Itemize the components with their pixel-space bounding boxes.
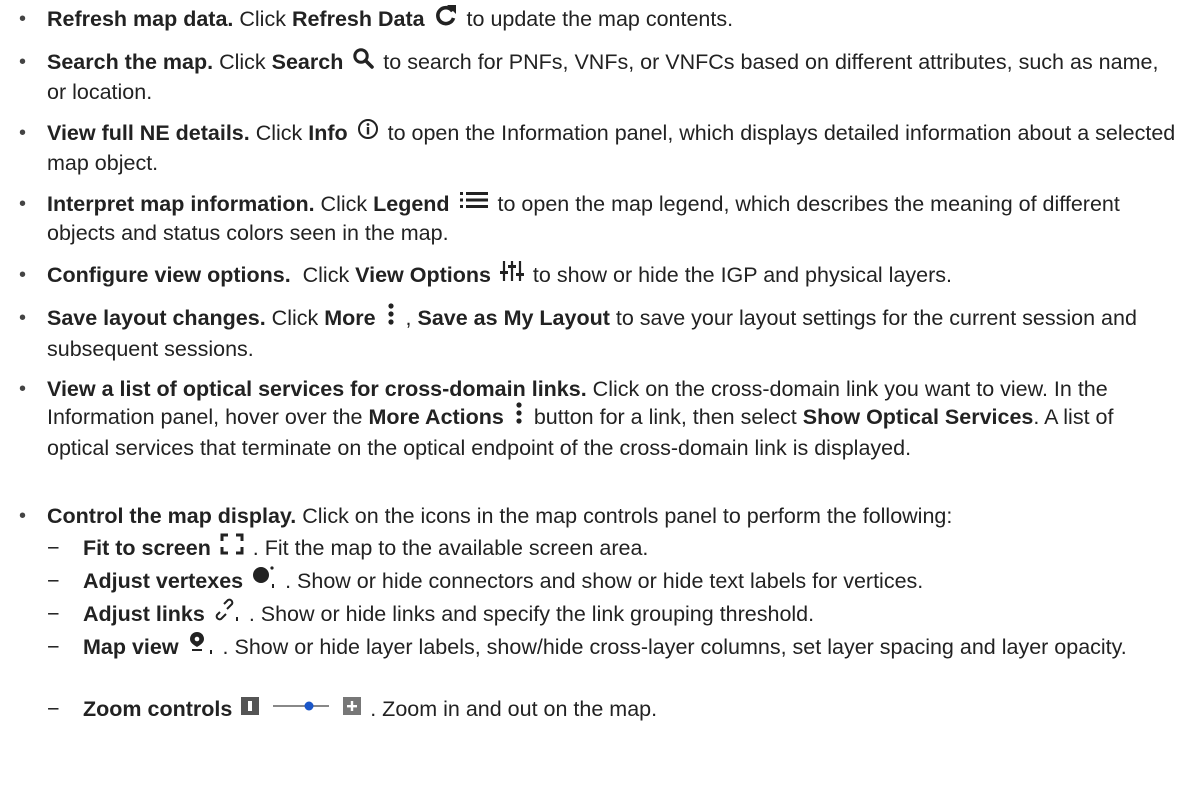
- sub-item-text: Map view . Show or hide layer labels, sh…: [83, 631, 1163, 664]
- bullet: •: [19, 193, 27, 215]
- adjust-vertexes-icon: [252, 565, 276, 596]
- bullet: •: [19, 264, 27, 286]
- item-text: Interpret map information. Click Legend …: [47, 190, 1177, 247]
- bullet: •: [19, 378, 27, 400]
- bullet: •: [19, 51, 27, 73]
- control-name: Fit to screen: [83, 536, 211, 560]
- item-title: Control the map display.: [47, 504, 297, 528]
- dash: −: [47, 635, 60, 659]
- legend-icon: [459, 189, 489, 217]
- refresh-icon: [434, 3, 458, 34]
- control-name: More Actions: [368, 405, 504, 430]
- item-title: Interpret map information.: [47, 192, 315, 216]
- item-title: View full NE details.: [47, 121, 250, 145]
- control-name: Map view: [83, 635, 179, 660]
- item-text: Search the map. Click Search to search f…: [47, 48, 1177, 106]
- fit-to-screen-icon: [220, 533, 244, 562]
- item-title: Refresh map data.: [47, 7, 234, 32]
- more-icon: [385, 302, 397, 333]
- sub-item-text: Adjust vertexes . Show or hide connector…: [83, 565, 1163, 598]
- item-title: View a list of optical services for cros…: [47, 377, 587, 401]
- zoom-out-icon: [241, 694, 260, 722]
- dash: −: [47, 602, 60, 626]
- control-name: More: [324, 306, 376, 331]
- item-title: Configure view options.: [47, 263, 291, 287]
- control-name: Search: [271, 50, 344, 74]
- sub-item-text: Fit to screen . Fit the map to the avail…: [83, 533, 1163, 564]
- zoom-slider-icon: [271, 694, 331, 722]
- dash: −: [47, 536, 60, 560]
- dash: −: [47, 569, 60, 593]
- bullet: •: [19, 307, 27, 329]
- more-actions-icon: [513, 401, 525, 432]
- item-text: Save layout changes. Click More , Save a…: [47, 302, 1177, 363]
- control-name: View Options: [355, 263, 491, 287]
- item-text: Refresh map data. Click Refresh Data to …: [47, 5, 1177, 36]
- item-title: Save layout changes.: [47, 306, 266, 331]
- bullet: •: [19, 505, 27, 527]
- bullet: •: [19, 8, 27, 30]
- view-options-icon: [499, 260, 524, 289]
- item-text: View full NE details. Click Info to open…: [47, 118, 1177, 177]
- info-icon: [357, 118, 379, 147]
- control-name: Adjust vertexes: [83, 569, 244, 594]
- control-name: Refresh Data: [291, 7, 425, 32]
- control-name: Zoom controls: [83, 697, 233, 721]
- control-name: Info: [308, 121, 348, 145]
- item-text: Configure view options. Click View Optio…: [47, 260, 1177, 291]
- control-name: Save as My Layout: [417, 306, 610, 331]
- item-text: View a list of optical services for cros…: [47, 377, 1114, 460]
- search-icon: [352, 47, 375, 76]
- control-name: Legend: [373, 192, 450, 216]
- item-title: Search the map.: [47, 50, 214, 74]
- control-name: Show Optical Services: [802, 405, 1034, 430]
- adjust-links-icon: [214, 598, 240, 629]
- sub-item-text: Adjust links . Show or hide links and sp…: [83, 598, 1163, 631]
- item-text: Control the map display. Click on the ic…: [47, 504, 953, 528]
- sub-item-text: Zoom controls . Zoom in and out on the m…: [83, 695, 1163, 724]
- zoom-in-icon: [343, 694, 362, 722]
- dash: −: [47, 697, 60, 721]
- bullet: •: [19, 122, 27, 144]
- map-view-icon: [188, 631, 214, 662]
- control-name: Adjust links: [83, 602, 205, 627]
